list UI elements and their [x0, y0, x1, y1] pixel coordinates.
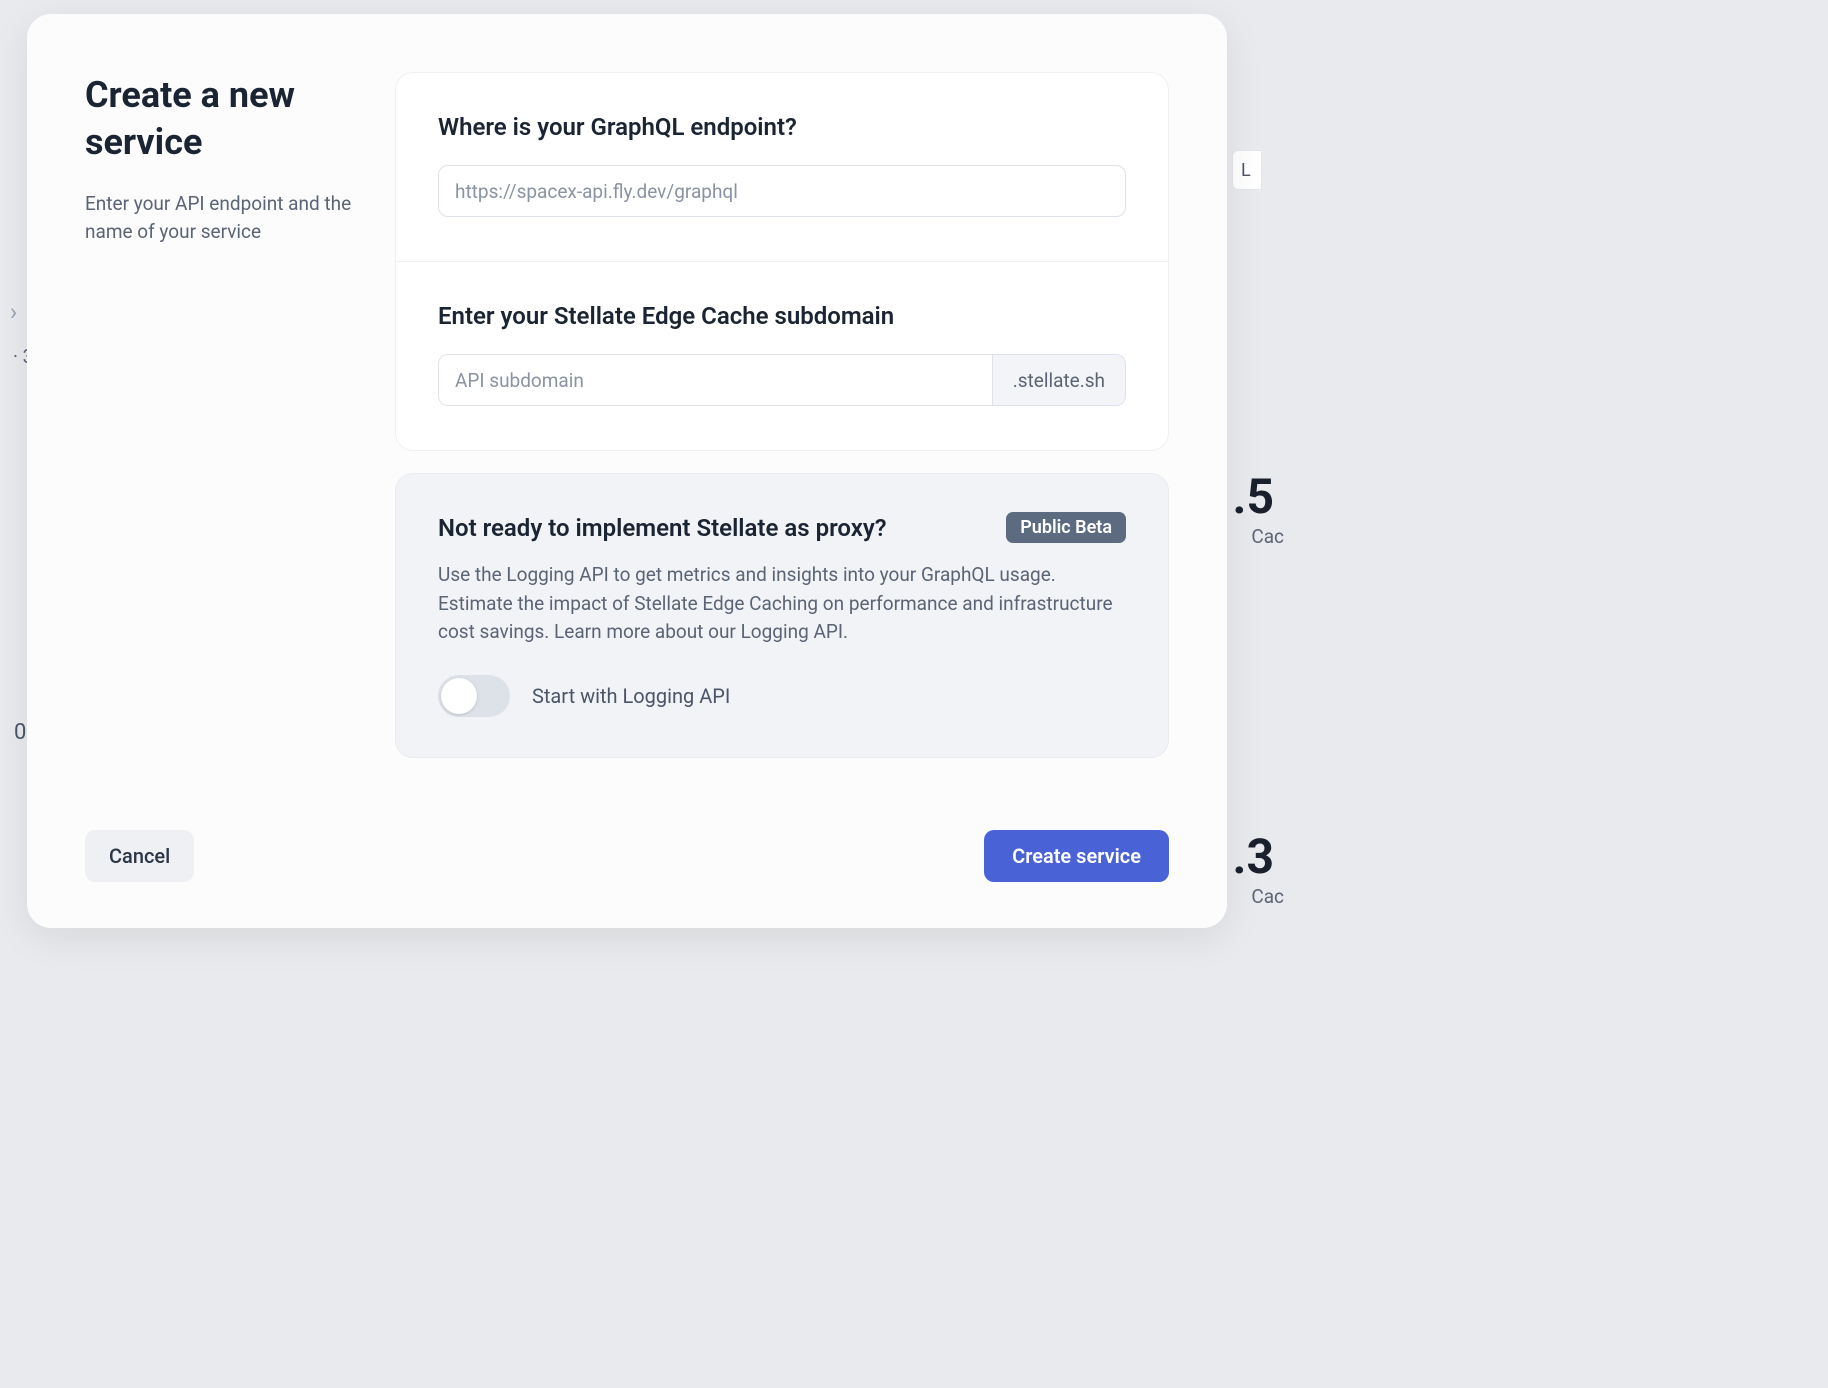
bg-right-pill: L: [1232, 150, 1262, 190]
modal-footer: Cancel Create service: [27, 802, 1227, 928]
logging-card-title: Not ready to implement Stellate as proxy…: [438, 514, 887, 542]
logging-toggle-label: Start with Logging API: [532, 684, 730, 708]
subdomain-suffix: .stellate.sh: [992, 354, 1126, 406]
modal-body: Create a new service Enter your API endp…: [27, 14, 1227, 802]
bg-metric-1-label: Cac: [1251, 525, 1284, 548]
bg-metric-1-value: .5: [1233, 468, 1274, 525]
logging-api-toggle[interactable]: [438, 675, 510, 717]
endpoint-label: Where is your GraphQL endpoint?: [438, 113, 1126, 141]
modal-title: Create a new service: [85, 72, 355, 166]
endpoint-input[interactable]: [438, 165, 1126, 217]
endpoint-section: Where is your GraphQL endpoint?: [396, 73, 1168, 261]
logging-api-card: Not ready to implement Stellate as proxy…: [395, 473, 1169, 758]
logging-toggle-row: Start with Logging API: [438, 675, 1126, 717]
create-service-button[interactable]: Create service: [984, 830, 1169, 882]
modal-left-column: Create a new service Enter your API endp…: [85, 72, 355, 802]
create-service-modal: Create a new service Enter your API endp…: [27, 14, 1227, 928]
subdomain-row: .stellate.sh: [438, 354, 1126, 406]
public-beta-badge: Public Beta: [1006, 512, 1126, 543]
chevron-right-icon: ›: [10, 298, 17, 326]
subdomain-section: Enter your Stellate Edge Cache subdomain…: [396, 261, 1168, 450]
bg-metric-2-value: .3: [1233, 828, 1274, 885]
logging-card-header: Not ready to implement Stellate as proxy…: [438, 512, 1126, 543]
cancel-button[interactable]: Cancel: [85, 830, 194, 882]
modal-right-column: Where is your GraphQL endpoint? Enter yo…: [395, 72, 1169, 802]
modal-subtitle: Enter your API endpoint and the name of …: [85, 190, 355, 247]
subdomain-label: Enter your Stellate Edge Cache subdomain: [438, 302, 1126, 330]
bg-metric-2-label: Cac: [1251, 885, 1284, 908]
toggle-knob: [441, 678, 477, 714]
logging-card-description: Use the Logging API to get metrics and i…: [438, 561, 1126, 647]
subdomain-input[interactable]: [438, 354, 992, 406]
primary-card: Where is your GraphQL endpoint? Enter yo…: [395, 72, 1169, 451]
